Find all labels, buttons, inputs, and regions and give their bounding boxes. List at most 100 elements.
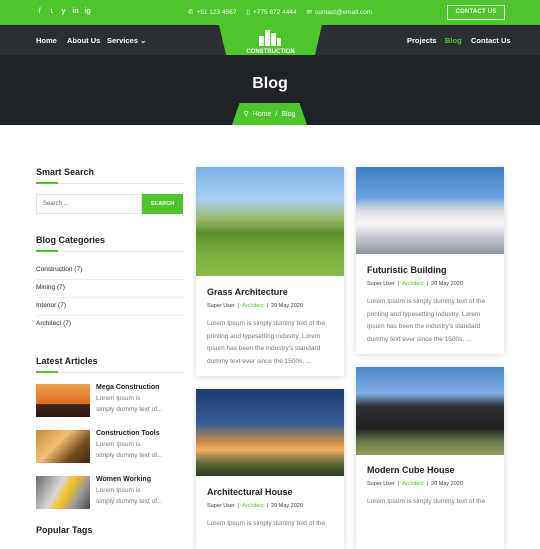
post-title[interactable]: Modern Cube House bbox=[356, 465, 504, 475]
post-image[interactable] bbox=[196, 389, 344, 476]
post-excerpt: Lorem Ipsum is simply dummy text of the bbox=[356, 496, 504, 509]
phone-icon: ✆ bbox=[188, 9, 194, 16]
post-card[interactable]: Architectural House Super User | Architect… bbox=[196, 389, 344, 549]
article-list: Mega Construction Lorem Ipsum is simply du… bbox=[36, 384, 184, 522]
building-icon bbox=[259, 30, 281, 46]
tags-heading: Popular Tags bbox=[36, 525, 93, 535]
post-date: 20 May 2020 bbox=[431, 481, 463, 487]
article-title[interactable]: Construction Tools bbox=[96, 430, 162, 437]
post-meta: Super User | Architect | 20 May 2020 bbox=[367, 481, 463, 487]
post-excerpt: Lorem Ipsum is simply dummy text of the p… bbox=[356, 296, 504, 346]
categories-heading: Blog Categories bbox=[36, 235, 106, 245]
category-item[interactable]: Architect (7) bbox=[36, 316, 184, 334]
breadcrumb-current: Blog bbox=[281, 110, 296, 118]
nav-blog[interactable]: Blog bbox=[445, 36, 462, 45]
nav-about[interactable]: About Us bbox=[67, 36, 100, 45]
category-item[interactable]: Interior (7) bbox=[36, 298, 184, 316]
post-image[interactable] bbox=[196, 167, 344, 276]
nav-contact[interactable]: Contact Us bbox=[471, 36, 511, 45]
excerpt-line: printing and typesetting industry. Lorem bbox=[367, 310, 481, 318]
search-input[interactable]: Search ... bbox=[36, 194, 142, 214]
facebook-icon[interactable]: f bbox=[36, 7, 43, 16]
post-category[interactable]: Architect bbox=[402, 281, 423, 287]
post-card[interactable]: Modern Cube House Super User | Architect | 2… bbox=[356, 367, 504, 549]
post-meta: Super User | Architect | 20 May 2020 bbox=[207, 303, 303, 309]
sidebar: Smart Search Search ... SEARCH Blog Cate… bbox=[36, 167, 184, 535]
post-card[interactable]: Futuristic Building Super User | Architect… bbox=[356, 167, 504, 354]
excerpt-line: Ipsum has been the industry's standard bbox=[367, 323, 481, 330]
breadcrumb: ⚲ Home / Blog bbox=[232, 103, 307, 125]
article-thumbnail[interactable] bbox=[36, 430, 90, 463]
breadcrumb-separator: / bbox=[275, 110, 278, 118]
top-bar: f t y in ig ✆ +51 123 4567 ▯ +775 872 4444… bbox=[0, 0, 540, 25]
heading-underline bbox=[36, 182, 184, 184]
post-image[interactable] bbox=[356, 167, 504, 254]
category-list: Construction (7) Mining (7) Interior (7)… bbox=[36, 262, 184, 334]
article-title[interactable]: Mega Construction bbox=[96, 384, 162, 391]
post-date: 20 May 2020 bbox=[271, 503, 303, 509]
instagram-icon[interactable]: ig bbox=[84, 7, 91, 16]
post-meta: Super User | Architect | 20 May 2020 bbox=[367, 281, 463, 287]
email-icon: ✉ bbox=[306, 9, 312, 16]
article-thumbnail[interactable] bbox=[36, 384, 90, 417]
search-heading: Smart Search bbox=[36, 167, 95, 177]
category-item[interactable]: Construction (7) bbox=[36, 262, 184, 280]
social-links: f t y in ig bbox=[36, 7, 91, 16]
excerpt-line: Ipsum has been the industry's standard bbox=[207, 345, 321, 352]
mobile-icon: ▯ bbox=[246, 9, 250, 16]
twitter-icon[interactable]: t bbox=[48, 7, 55, 16]
search-button[interactable]: SEARCH bbox=[142, 194, 183, 214]
article-item[interactable]: Mega Construction Lorem Ipsum is simply du… bbox=[36, 384, 184, 430]
email: contact@email.com bbox=[315, 8, 373, 16]
post-author: Super User bbox=[367, 481, 395, 487]
post-meta: Super User | Architect | 20 May 2020 bbox=[207, 503, 303, 509]
post-category[interactable]: Architect bbox=[402, 481, 423, 487]
heading-underline bbox=[36, 371, 184, 373]
article-excerpt: simply dummy text of... bbox=[96, 452, 163, 459]
post-image[interactable] bbox=[356, 367, 504, 455]
phone-2: +775 872 4444 bbox=[252, 8, 297, 16]
youtube-icon[interactable]: y bbox=[60, 7, 67, 16]
excerpt-line: dummy text ever since the 1500s, ... bbox=[207, 357, 312, 365]
post-excerpt: Lorem Ipsum is simply dummy text of the p… bbox=[196, 318, 344, 368]
phone-1: +51 123 4567 bbox=[196, 8, 237, 16]
post-category[interactable]: Architect bbox=[242, 503, 263, 509]
search-form: Search ... SEARCH bbox=[36, 194, 184, 214]
contact-info: ✆ +51 123 4567 ▯ +775 872 4444 ✉ contact@em… bbox=[188, 8, 373, 17]
article-excerpt: Lorem Ipsum is bbox=[96, 395, 141, 402]
excerpt-line: Lorem Ipsum is simply dummy text of the bbox=[367, 298, 486, 305]
chevron-down-icon: ⌄ bbox=[139, 36, 147, 45]
article-title[interactable]: Women Working bbox=[96, 476, 162, 483]
excerpt-line: Lorem Ipsum is simply dummy text of the bbox=[367, 498, 486, 505]
excerpt-line: Lorem Ipsum is simply dummy text of the bbox=[207, 520, 326, 527]
post-date: 20 May 2020 bbox=[431, 281, 463, 287]
article-excerpt: Lorem Ipsum is bbox=[96, 441, 141, 448]
post-title[interactable]: Futuristic Building bbox=[356, 265, 504, 275]
post-card[interactable]: Grass Architecture Super User | Architect |… bbox=[196, 167, 344, 376]
post-category[interactable]: Architect bbox=[242, 303, 263, 309]
article-excerpt: simply dummy text of... bbox=[96, 498, 163, 505]
nav-projects[interactable]: Projects bbox=[407, 36, 437, 45]
article-thumbnail[interactable] bbox=[36, 476, 90, 509]
linkedin-icon[interactable]: in bbox=[72, 7, 79, 16]
category-item[interactable]: Mining (7) bbox=[36, 280, 184, 298]
nav-home[interactable]: Home bbox=[36, 36, 57, 45]
article-item[interactable]: Women Working Lorem Ipsum is simply dummy … bbox=[36, 476, 184, 522]
excerpt-line: printing and typesetting industry. Lorem bbox=[207, 332, 321, 340]
post-author: Super User bbox=[207, 303, 235, 309]
map-pin-icon: ⚲ bbox=[243, 111, 249, 118]
contact-us-button[interactable]: CONTACT US bbox=[447, 5, 505, 20]
post-title[interactable]: Grass Architecture bbox=[196, 287, 344, 297]
breadcrumb-home[interactable]: Home bbox=[253, 111, 272, 118]
articles-heading: Latest Articles bbox=[36, 356, 98, 366]
post-author: Super User bbox=[367, 281, 395, 287]
post-excerpt: Lorem Ipsum is simply dummy text of the bbox=[196, 518, 344, 531]
post-date: 20 May 2020 bbox=[271, 303, 303, 309]
article-item[interactable]: Construction Tools Lorem Ipsum is simply d… bbox=[36, 430, 184, 476]
nav-services[interactable]: Services ⌄ bbox=[107, 36, 146, 45]
post-title[interactable]: Architectural House bbox=[196, 487, 344, 497]
excerpt-line: Lorem Ipsum is simply dummy text of the bbox=[207, 320, 326, 327]
article-excerpt: simply dummy text of... bbox=[96, 406, 163, 413]
post-author: Super User bbox=[207, 503, 235, 509]
heading-underline bbox=[36, 250, 184, 252]
